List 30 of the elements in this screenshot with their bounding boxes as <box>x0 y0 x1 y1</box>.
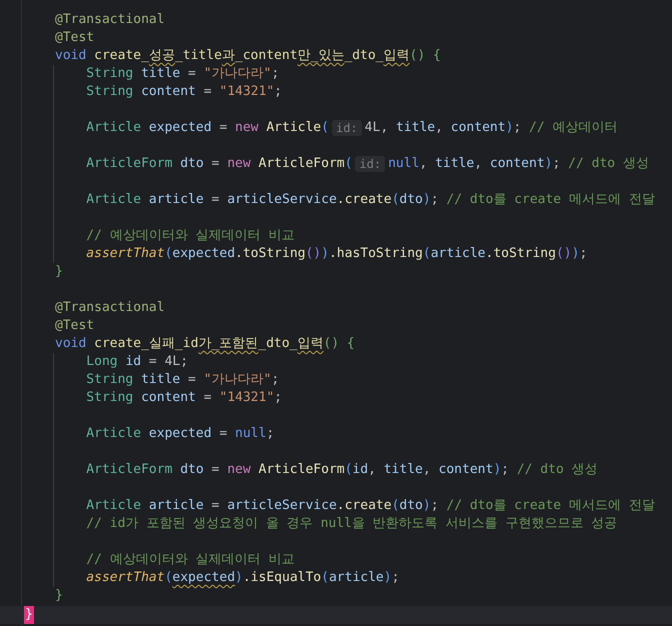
code-line: String title = "가나다라"; <box>86 65 280 83</box>
code-editor[interactable] <box>0 0 672 626</box>
code-line: ArticleForm dto = new ArticleForm(id, title, content); // dto 생성 <box>86 461 598 479</box>
code-line: String content = "14321"; <box>86 389 282 407</box>
code-line: void create_실패_id가_포함된_dto_입력() { <box>55 335 355 353</box>
code-line: String title = "가나다라"; <box>86 371 280 389</box>
code-line: ArticleForm dto = new ArticleForm( <box>86 155 352 173</box>
code-line: } <box>55 587 63 605</box>
code-line: } <box>55 263 63 281</box>
code-line: assertThat(expected).isEqualTo(article); <box>86 569 400 587</box>
code-line: @Test <box>55 29 94 47</box>
code-line: String content = "14321"; <box>86 83 282 101</box>
code-line: Article article = articleService.create(dto); // dto를 create 메서드에 전달 <box>86 191 655 209</box>
code-line: void create_성공_title과_content만_있는_dto_입력() { <box>55 47 441 65</box>
code-line: 4L, title, content); // 예상데이터 <box>364 119 618 137</box>
code-line: Article article = articleService.create(dto); // dto를 create 메서드에 전달 <box>86 497 655 515</box>
code-line: // 예상데이터와 실제데이터 비교 <box>86 227 294 245</box>
code-line: null, title, content); // dto 생성 <box>388 155 649 173</box>
code-line: Article expected = null; <box>86 425 274 443</box>
code-line: // 예상데이터와 실제데이터 비교 <box>86 551 294 569</box>
code-line: @Transactional <box>55 299 165 317</box>
code-line: // id가 포함된 생성요청이 올 경우 null을 반환하도록 서비스를 구현했으므로 성공 <box>86 515 618 533</box>
code-line: Long id = 4L; <box>86 353 188 371</box>
code-line: assertThat(expected.toString()).hasToString(article.toString()); <box>86 245 588 263</box>
closing-brace: } <box>24 606 34 624</box>
code-line: @Transactional <box>55 11 165 29</box>
code-line: Article expected = new Article( <box>86 119 329 137</box>
parameter-hint: id: <box>355 156 386 172</box>
code-line: @Test <box>55 317 94 335</box>
parameter-hint: id: <box>332 120 362 136</box>
